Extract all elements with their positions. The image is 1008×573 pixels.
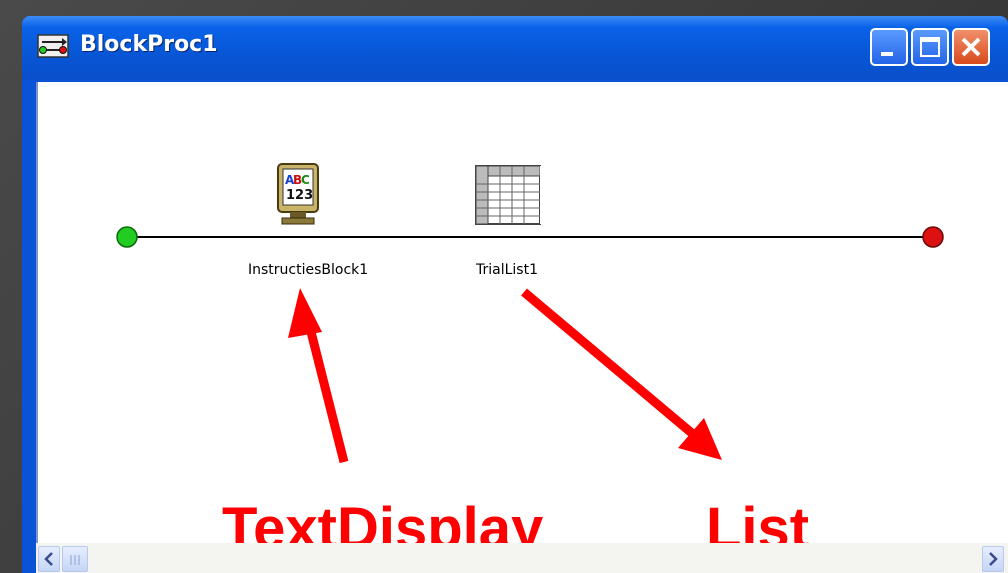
close-button[interactable] xyxy=(952,28,990,66)
chevron-right-icon xyxy=(989,552,998,566)
window-title: BlockProc1 xyxy=(80,32,218,57)
block-proc-window[interactable]: BlockProc1 A B C 123 InstructiesBlock1 T… xyxy=(22,16,1008,573)
maximize-icon xyxy=(920,37,940,57)
close-icon xyxy=(961,37,981,57)
grip-icon xyxy=(70,555,80,565)
scroll-right-button[interactable] xyxy=(982,546,1004,572)
procedure-icon xyxy=(36,33,70,61)
arrow-up-left xyxy=(303,318,349,464)
chevron-left-icon xyxy=(44,552,53,566)
title-bar[interactable]: BlockProc1 xyxy=(22,16,1008,80)
arrow-down-right xyxy=(521,288,703,444)
procedure-canvas[interactable]: A B C 123 InstructiesBlock1 TrialList1 T… xyxy=(36,82,1008,573)
scroll-left-button[interactable] xyxy=(38,546,60,572)
minimize-icon xyxy=(881,52,893,56)
minimize-button[interactable] xyxy=(870,28,908,66)
horizontal-scrollbar[interactable] xyxy=(36,543,1008,573)
scroll-thumb[interactable] xyxy=(62,546,88,572)
maximize-button[interactable] xyxy=(911,28,949,66)
